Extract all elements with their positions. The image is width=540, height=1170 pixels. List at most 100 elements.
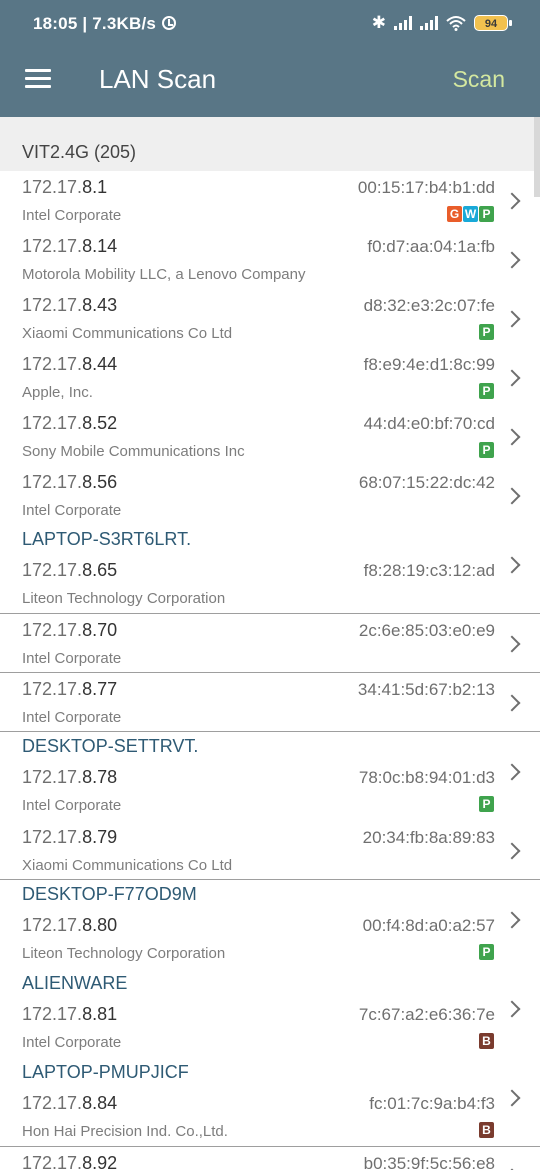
- chevron-right-icon[interactable]: [503, 310, 521, 328]
- chevron-right-icon[interactable]: [503, 487, 521, 505]
- device-ip: 172.17.8.52: [22, 413, 117, 434]
- chevron-right-icon[interactable]: [503, 635, 521, 653]
- device-mac: f8:e9:4e:d1:8c:99: [363, 355, 495, 374]
- device-vendor: Intel Corporate: [22, 1034, 122, 1051]
- device-ip-suffix: 8.77: [82, 679, 118, 699]
- device-ip: 172.17.8.14: [22, 236, 117, 257]
- device-vendor: Liteon Technology Corporation: [22, 590, 226, 607]
- device-ip: 172.17.8.80: [22, 915, 117, 936]
- device-row[interactable]: 172.17.8.92 b0:35:9f:5c:56:e8: [0, 1147, 540, 1170]
- device-badges: P: [479, 383, 494, 399]
- chevron-right-icon[interactable]: [503, 369, 521, 387]
- device-ip: 172.17.8.65: [22, 560, 117, 581]
- device-vendor: Intel Corporate: [22, 650, 122, 667]
- chevron-right-icon[interactable]: [503, 1000, 521, 1018]
- device-badges: B: [479, 1122, 494, 1138]
- device-ip-prefix: 172.17.: [22, 177, 83, 197]
- device-hostname: LAPTOP-S3RT6LRT.: [22, 529, 192, 549]
- device-ip-suffix: 8.44: [82, 354, 118, 374]
- device-ip-suffix: 8.43: [82, 295, 118, 315]
- device-ip: 172.17.8.77: [22, 679, 117, 700]
- badge-g: G: [447, 206, 462, 222]
- device-row[interactable]: DESKTOP-SETTRVT. 172.17.8.78 78:0c:b8:94:0…: [0, 732, 540, 821]
- badge-b: B: [479, 1033, 494, 1049]
- device-row[interactable]: 172.17.8.77 34:41:5d:67:b2:13 Intel Corpor…: [0, 673, 540, 732]
- device-mac: f0:d7:aa:04:1a:fb: [367, 237, 495, 256]
- device-row[interactable]: 172.17.8.44 f8:e9:4e:d1:8c:99 Apple, Inc. P: [0, 348, 540, 407]
- device-row[interactable]: 172.17.8.70 2c:6e:85:03:e0:e9 Intel Corpor…: [0, 614, 540, 673]
- device-row[interactable]: 172.17.8.14 f0:d7:aa:04:1a:fb Motorola Mob…: [0, 230, 540, 289]
- cell-signal-icon: [394, 16, 412, 30]
- device-ip-prefix: 172.17.: [22, 1004, 83, 1024]
- device-vendor: Liteon Technology Corporation: [22, 945, 226, 962]
- battery-icon: 94: [474, 15, 512, 31]
- device-ip: 172.17.8.84: [22, 1093, 117, 1114]
- device-row[interactable]: 172.17.8.52 44:d4:e0:bf:70:cd Sony Mobile …: [0, 407, 540, 466]
- device-mac: 00:15:17:b4:b1:dd: [357, 178, 495, 197]
- device-ip-prefix: 172.17.: [22, 767, 83, 787]
- device-ip-suffix: 8.56: [82, 472, 118, 492]
- device-vendor: Motorola Mobility LLC, a Lenovo Company: [22, 266, 306, 283]
- device-ip-prefix: 172.17.: [22, 413, 83, 433]
- device-row[interactable]: LAPTOP-PMUPJICF 172.17.8.84 fc:01:7c:9a:b4…: [0, 1058, 540, 1147]
- device-mac: f8:28:19:c3:12:ad: [363, 561, 495, 580]
- device-vendor: Sony Mobile Communications Inc: [22, 443, 245, 460]
- device-row[interactable]: 172.17.8.79 20:34:fb:8a:89:83 Xiaomi Commu…: [0, 821, 540, 880]
- device-vendor: Intel Corporate: [22, 502, 122, 519]
- device-hostname: DESKTOP-SETTRVT.: [22, 736, 199, 756]
- chevron-right-icon[interactable]: [503, 842, 521, 860]
- status-icons: ✱ 94: [371, 11, 512, 35]
- device-ip-prefix: 172.17.: [22, 1093, 83, 1113]
- device-hostname: DESKTOP-F77OD9M: [22, 884, 197, 904]
- chevron-right-icon[interactable]: [503, 192, 521, 210]
- menu-icon[interactable]: [25, 69, 51, 89]
- device-row[interactable]: ALIENWARE 172.17.8.81 7c:67:a2:e6:36:7e Int…: [0, 969, 540, 1058]
- status-bar: 18:05 | 7.3KB/s ✱ 94: [0, 0, 540, 42]
- chevron-right-icon[interactable]: [503, 911, 521, 929]
- device-ip-prefix: 172.17.: [22, 679, 83, 699]
- device-ip-suffix: 8.84: [82, 1093, 118, 1113]
- device-ip: 172.17.8.81: [22, 1004, 117, 1025]
- device-ip: 172.17.8.1: [22, 177, 107, 198]
- badge-p: P: [479, 206, 494, 222]
- device-badges: B: [479, 1033, 494, 1049]
- device-vendor: Hon Hai Precision Ind. Co.,Ltd.: [22, 1123, 228, 1140]
- device-mac: 00:f4:8d:a0:a2:57: [362, 916, 495, 935]
- badge-w: W: [463, 206, 478, 222]
- device-ip-prefix: 172.17.: [22, 620, 83, 640]
- device-mac: 20:34:fb:8a:89:83: [362, 828, 495, 847]
- chevron-right-icon[interactable]: [503, 694, 521, 712]
- chevron-right-icon[interactable]: [503, 428, 521, 446]
- scan-button[interactable]: Scan: [453, 66, 505, 93]
- device-row[interactable]: 172.17.8.43 d8:32:e3:2c:07:fe Xiaomi Commu…: [0, 289, 540, 348]
- device-row[interactable]: 172.17.8.1 00:15:17:b4:b1:dd Intel Corpora…: [0, 171, 540, 230]
- device-ip-prefix: 172.17.: [22, 915, 83, 935]
- device-row[interactable]: 172.17.8.56 68:07:15:22:dc:42 Intel Corpor…: [0, 466, 540, 525]
- chevron-right-icon[interactable]: [503, 556, 521, 574]
- chevron-right-icon[interactable]: [503, 763, 521, 781]
- device-ip-suffix: 8.1: [82, 177, 108, 197]
- chevron-right-icon[interactable]: [503, 251, 521, 269]
- device-mac: 44:d4:e0:bf:70:cd: [363, 414, 495, 433]
- device-ip: 172.17.8.43: [22, 295, 117, 316]
- device-mac: 34:41:5d:67:b2:13: [357, 680, 495, 699]
- cell-signal-2-icon: [420, 16, 438, 30]
- device-row[interactable]: LAPTOP-S3RT6LRT. 172.17.8.65 f8:28:19:c3:1…: [0, 525, 540, 614]
- device-ip-prefix: 172.17.: [22, 1153, 83, 1170]
- device-badges: P: [479, 442, 494, 458]
- device-ip-prefix: 172.17.: [22, 827, 83, 847]
- badge-p: P: [479, 442, 494, 458]
- device-ip-prefix: 172.17.: [22, 354, 83, 374]
- device-ip-prefix: 172.17.: [22, 295, 83, 315]
- bluetooth-icon: ✱: [371, 13, 386, 32]
- status-time-speed: 18:05 | 7.3KB/s: [33, 14, 177, 34]
- device-mac: 78:0c:b8:94:01:d3: [358, 768, 495, 787]
- device-row[interactable]: DESKTOP-F77OD9M 172.17.8.80 00:f4:8d:a0:a2…: [0, 880, 540, 969]
- device-ip-suffix: 8.79: [82, 827, 118, 847]
- device-ip-suffix: 8.14: [82, 236, 118, 256]
- chevron-right-icon[interactable]: [503, 1089, 521, 1107]
- badge-p: P: [479, 383, 494, 399]
- device-ip-suffix: 8.78: [82, 767, 118, 787]
- device-list[interactable]: VIT2.4G (205) 172.17.8.1 00:15:17:b4:b1:d…: [0, 117, 540, 1170]
- devices-container: 172.17.8.1 00:15:17:b4:b1:dd Intel Corpora…: [0, 171, 540, 1170]
